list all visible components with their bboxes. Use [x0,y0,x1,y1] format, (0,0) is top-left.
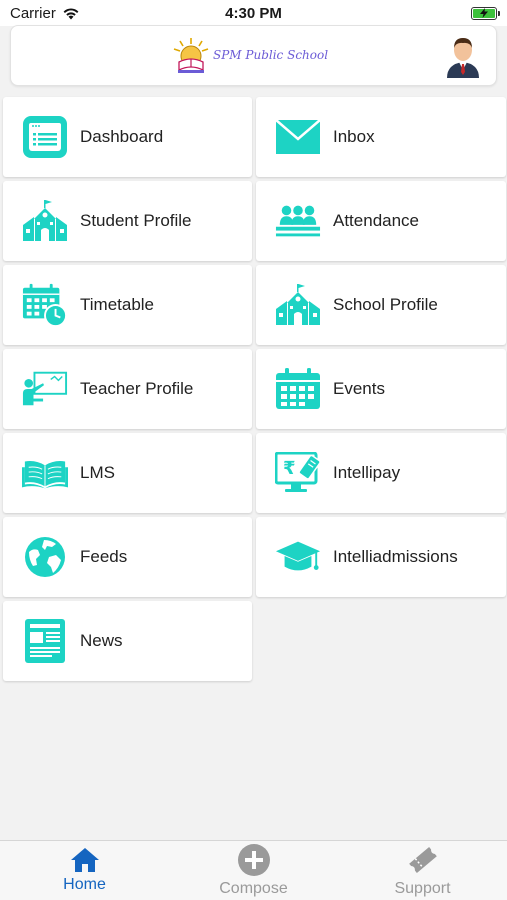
school-logo: SPM Public School [171,36,328,74]
tile-timetable[interactable]: Timetable [3,265,252,345]
tile-student-profile[interactable]: Student Profile [3,181,252,261]
mail-icon [275,114,321,160]
tile-feeds[interactable]: Feeds [3,517,252,597]
tile-label: Teacher Profile [80,379,194,398]
tile-label: Inbox [333,127,375,146]
group-icon [275,198,321,244]
tile-label: Dashboard [80,127,164,146]
school-building-icon [275,282,321,328]
bottom-tab-bar: Home Compose Support [0,840,507,900]
tile-teacher-profile[interactable]: Teacher Profile [3,349,252,429]
dashboard-icon [22,114,68,160]
teacher-board-icon [22,366,68,412]
tile-intellipay[interactable]: ₹ Intellipay [256,433,506,513]
calendar-icon [275,366,321,412]
tile-school-profile[interactable]: School Profile [256,265,506,345]
tile-label: Student Profile [80,211,192,230]
tile-news[interactable]: News [3,601,252,681]
tile-intelliadmissions[interactable]: Intelliadmissions [256,517,506,597]
ticket-icon [408,847,437,873]
tile-label: Attendance [333,211,420,230]
tile-label: School Profile [333,295,438,314]
plus-circle-icon [237,844,270,876]
school-building-icon [22,198,68,244]
status-left: Carrier [10,5,80,22]
open-book-icon [22,450,68,496]
tab-compose[interactable]: Compose [169,841,338,900]
calendar-clock-icon [22,282,68,328]
tile-label: Intelliadmissions [333,547,458,566]
wifi-icon [63,8,79,19]
tile-label: Feeds [80,547,128,566]
tile-label: Timetable [80,295,155,314]
tile-attendance[interactable]: Attendance [256,181,506,261]
status-bar: Carrier 4:30 PM [0,0,507,26]
home-icon [70,848,99,872]
profile-avatar[interactable] [444,34,482,83]
tile-label: Intellipay [333,463,401,482]
carrier-label: Carrier [10,4,56,22]
newspaper-icon [22,618,68,664]
tab-label: Compose [219,880,288,897]
svg-text:₹: ₹ [283,458,296,479]
menu-grid: Dashboard Inbox Student Profile Attendan… [3,97,506,681]
battery-icon [471,6,500,20]
tab-label: Support [394,880,451,897]
tile-inbox[interactable]: Inbox [256,97,506,177]
globe-icon [22,534,68,580]
tile-events[interactable]: Events [256,349,506,429]
tab-support[interactable]: Support [338,841,507,900]
tile-dashboard[interactable]: Dashboard [3,97,252,177]
tab-label: Home [63,876,106,893]
tile-label: Events [333,379,385,398]
tile-lms[interactable]: LMS [3,433,252,513]
tab-home[interactable]: Home [0,841,169,900]
app-header: SPM Public School [10,25,497,86]
tile-label: News [80,631,123,650]
tile-label: LMS [80,463,115,482]
rupee-monitor-icon: ₹ [275,450,321,496]
school-name: SPM Public School [213,48,329,62]
graduation-cap-icon [275,534,321,580]
school-emblem-icon [173,38,209,73]
user-avatar-icon [447,38,479,78]
